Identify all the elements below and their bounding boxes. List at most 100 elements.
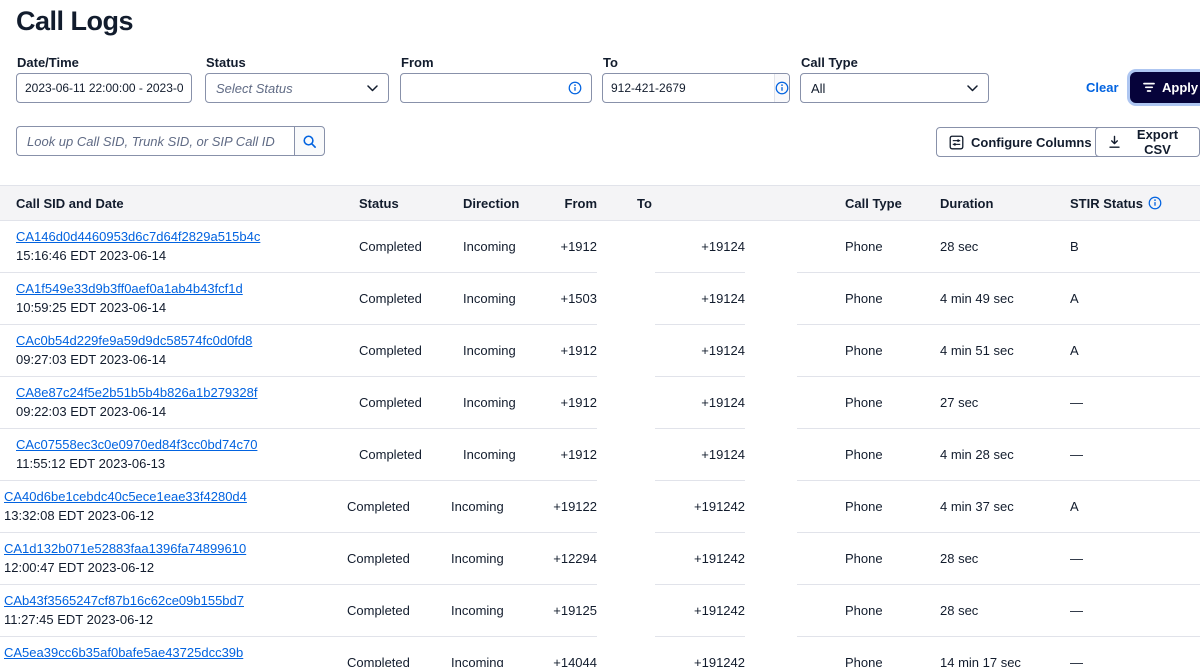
info-icon[interactable] <box>774 74 789 102</box>
info-icon[interactable] <box>1148 196 1162 210</box>
duration-value: 28 sec <box>940 551 979 566</box>
status-value: Completed <box>347 655 410 667</box>
export-csv-label: Export CSV <box>1136 127 1179 157</box>
stir-status-value: — <box>1070 655 1083 667</box>
apply-button[interactable]: Apply <box>1130 72 1200 103</box>
datetime-label: Date/Time <box>17 55 79 70</box>
call-date: 07:51:42 EDT 2023-06-12 <box>4 663 154 667</box>
status-value: Completed <box>359 239 422 254</box>
call-logs-table: Call SID and Date Status Direction From … <box>0 185 1200 667</box>
from-input[interactable] <box>401 74 559 102</box>
stir-status-value: A <box>1070 291 1079 306</box>
call-sid-link[interactable]: CA146d0d4460953d6c7d64f2829a515b4c <box>16 228 260 246</box>
clear-filters-link[interactable]: Clear <box>1086 80 1119 95</box>
call-date: 09:27:03 EDT 2023-06-14 <box>16 351 167 367</box>
col-header-stir-status: STIR Status <box>1050 196 1200 211</box>
redacted-area <box>597 221 655 273</box>
call-date: 15:16:46 EDT 2023-06-14 <box>16 247 167 263</box>
status-value: Completed <box>359 343 422 358</box>
duration-value: 4 min 49 sec <box>940 291 1014 306</box>
direction-value: Incoming <box>463 239 516 254</box>
col-header-call-sid-and-date: Call SID and Date <box>16 195 124 211</box>
call-sid-link[interactable]: CA1d132b071e52883faa1396fa74899610 <box>4 540 246 558</box>
datetime-input[interactable] <box>17 74 191 102</box>
redacted-area <box>745 377 797 429</box>
stir-status-value: — <box>1070 603 1083 618</box>
redacted-area <box>597 325 655 377</box>
chevron-down-icon <box>967 84 978 92</box>
redacted-area <box>597 533 655 585</box>
configure-columns-button[interactable]: Configure Columns <box>936 127 1105 157</box>
info-icon[interactable] <box>559 74 591 102</box>
from-number: +1912 <box>560 239 597 254</box>
status-value: Completed <box>359 395 422 410</box>
col-header-from: From <box>564 195 598 211</box>
from-number: +12294 <box>553 551 597 566</box>
to-number: +191242 <box>694 499 745 514</box>
export-csv-button[interactable]: Export CSV <box>1095 127 1200 157</box>
call-type-value: Phone <box>845 655 883 667</box>
col-header-call-type: Call Type <box>845 195 902 211</box>
to-number: +19124 <box>701 291 745 306</box>
sid-search-input[interactable] <box>16 126 294 156</box>
call-sid-link[interactable]: CA8e87c24f5e2b51b5b4b826a1b279328f <box>16 384 257 402</box>
call-type-value: Phone <box>845 343 883 358</box>
redacted-area <box>745 637 797 667</box>
table-row: CA40d6be1cebdc40c5ece1eae33f4280d4 13:32… <box>0 481 1200 533</box>
call-sid-link[interactable]: CA5ea39cc6b35af0bafe5ae43725dcc39b <box>4 644 243 662</box>
call-type-value: Phone <box>845 447 883 462</box>
call-sid-link[interactable]: CAc07558ec3c0e0970ed84f3cc0bd74c70 <box>16 436 257 454</box>
stir-status-value: — <box>1070 551 1083 566</box>
call-date: 11:55:12 EDT 2023-06-13 <box>16 455 166 471</box>
stir-status-value: — <box>1070 395 1083 410</box>
redacted-area <box>597 429 655 481</box>
call-logs-page: Call Logs Date/Time Status Select Status… <box>0 0 1200 667</box>
status-label: Status <box>206 55 246 70</box>
duration-value: 28 sec <box>940 239 979 254</box>
redacted-area <box>745 273 797 325</box>
call-sid-link[interactable]: CAc0b54d229fe9a59d9dc58574fc0d0fd8 <box>16 332 252 350</box>
call-sid-link[interactable]: CA40d6be1cebdc40c5ece1eae33f4280d4 <box>4 488 247 506</box>
table-row: CA146d0d4460953d6c7d64f2829a515b4c 15:16… <box>0 221 1200 273</box>
to-number: +191242 <box>694 551 745 566</box>
call-sid-link[interactable]: CA1f549e33d9b3ff0aef0a1ab4b43fcf1d <box>16 280 243 298</box>
redacted-area <box>597 637 655 667</box>
table-body: CA146d0d4460953d6c7d64f2829a515b4c 15:16… <box>0 221 1200 667</box>
call-sid-link[interactable]: CAb43f3565247cf87b16c62ce09b155bd7 <box>4 592 244 610</box>
col-header-status: Status <box>359 195 399 211</box>
stir-status-value: — <box>1070 447 1083 462</box>
from-number: +1912 <box>560 343 597 358</box>
search-icon <box>302 134 317 149</box>
direction-value: Incoming <box>463 291 516 306</box>
duration-value: 4 min 37 sec <box>940 499 1014 514</box>
status-value: Completed <box>347 499 410 514</box>
to-number: +19124 <box>701 343 745 358</box>
status-value: Completed <box>359 447 422 462</box>
to-number: +191242 <box>694 603 745 618</box>
duration-value: 14 min 17 sec <box>940 655 1021 667</box>
table-header-row: Call SID and Date Status Direction From … <box>0 185 1200 221</box>
stir-status-value: B <box>1070 239 1079 254</box>
search-button[interactable] <box>294 126 325 156</box>
to-input[interactable] <box>603 74 774 102</box>
table-row: CAb43f3565247cf87b16c62ce09b155bd7 11:27… <box>0 585 1200 637</box>
to-label: To <box>603 55 618 70</box>
call-date: 11:27:45 EDT 2023-06-12 <box>4 611 154 627</box>
to-number: +19124 <box>701 447 745 462</box>
page-title: Call Logs <box>16 6 134 36</box>
table-row: CA5ea39cc6b35af0bafe5ae43725dcc39b 07:51… <box>0 637 1200 667</box>
stir-status-value: A <box>1070 499 1079 514</box>
status-select[interactable]: Select Status <box>205 73 389 103</box>
to-number: +191242 <box>694 655 745 667</box>
direction-value: Incoming <box>451 603 504 618</box>
filter-icon <box>1143 82 1155 93</box>
direction-value: Incoming <box>451 499 504 514</box>
call-type-select[interactable]: All <box>800 73 989 103</box>
direction-value: Incoming <box>451 655 504 667</box>
table-row: CA1f549e33d9b3ff0aef0a1ab4b43fcf1d 10:59… <box>0 273 1200 325</box>
table-row: CA8e87c24f5e2b51b5b4b826a1b279328f 09:22… <box>0 377 1200 429</box>
direction-value: Incoming <box>463 395 516 410</box>
direction-value: Incoming <box>463 447 516 462</box>
redacted-area <box>745 533 797 585</box>
redacted-area <box>597 377 655 429</box>
